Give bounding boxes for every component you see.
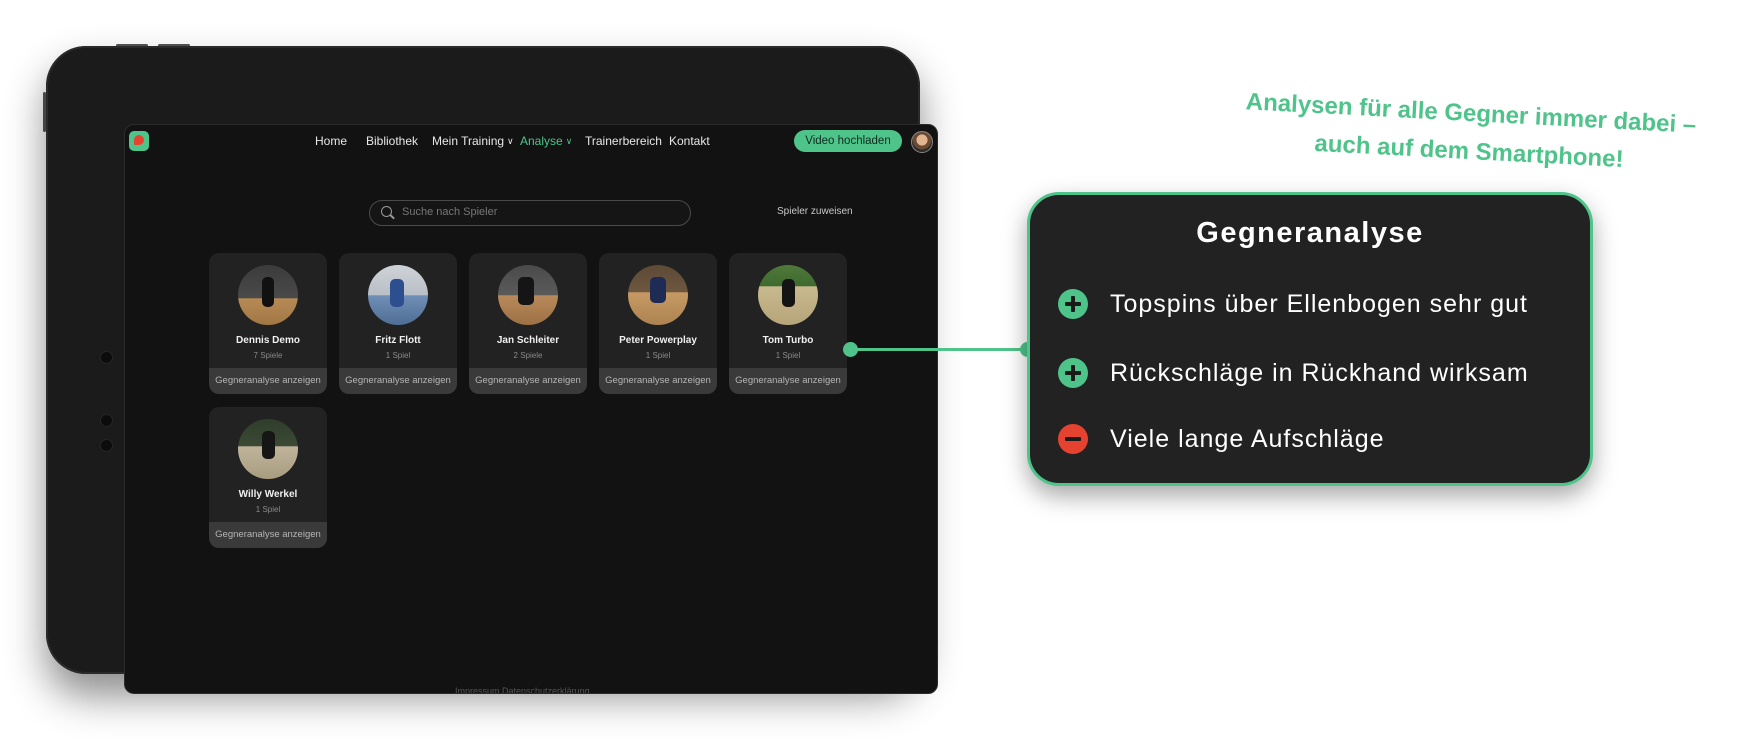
show-analysis-button[interactable]: Gegneranalyse anzeigen: [729, 368, 847, 394]
analysis-callout: Gegneranalyse Topspins über Ellenbogen s…: [1027, 192, 1593, 486]
player-games: 7 Spiele: [253, 351, 283, 360]
show-analysis-button[interactable]: Gegneranalyse anzeigen: [209, 368, 327, 394]
app-logo[interactable]: [129, 131, 149, 151]
tablet-sensors: [100, 351, 113, 461]
player-card[interactable]: Tom Turbo 1 Spiel Gegneranalyse anzeigen: [729, 253, 847, 394]
player-name: Willy Werkel: [238, 489, 298, 500]
player-photo: [628, 265, 688, 325]
nav-training[interactable]: Mein Training ∨: [432, 134, 514, 148]
connector-line: [850, 348, 1026, 351]
show-analysis-button[interactable]: Gegneranalyse anzeigen: [599, 368, 717, 394]
minus-icon: [1058, 424, 1088, 454]
plus-icon: [1058, 358, 1088, 388]
player-name: Fritz Flott: [375, 335, 421, 346]
player-card[interactable]: Willy Werkel 1 Spiel Gegneranalyse anzei…: [209, 407, 327, 548]
chevron-down-icon: ∨: [507, 136, 514, 146]
player-name: Dennis Demo: [236, 335, 300, 346]
player-card[interactable]: Jan Schleiter 2 Spiele Gegneranalyse anz…: [469, 253, 587, 394]
player-photo: [758, 265, 818, 325]
player-name: Peter Powerplay: [619, 335, 697, 346]
plus-icon: [1058, 289, 1088, 319]
nav-library[interactable]: Bibliothek: [366, 134, 418, 148]
nav-analysis[interactable]: Analyse ∨: [520, 134, 572, 148]
player-games: 1 Spiel: [255, 505, 281, 514]
connector-dot-left: [843, 342, 858, 357]
player-name: Jan Schleiter: [496, 335, 560, 346]
player-card[interactable]: Peter Powerplay 1 Spiel Gegneranalyse an…: [599, 253, 717, 394]
chevron-down-icon: ∨: [565, 136, 573, 146]
assign-player-link[interactable]: Spieler zuweisen: [777, 206, 853, 217]
player-photo: [238, 419, 298, 479]
nav-analysis-label: Analyse: [520, 134, 563, 148]
player-games: 1 Spiel: [385, 351, 411, 360]
player-card[interactable]: Dennis Demo 7 Spiele Gegneranalyse anzei…: [209, 253, 327, 394]
player-photo: [238, 265, 298, 325]
nav-home[interactable]: Home: [315, 134, 347, 148]
player-name: Tom Turbo: [762, 335, 814, 346]
search-input[interactable]: Suche nach Spieler: [402, 206, 497, 218]
tagline: Analysen für alle Gegner immer dabei – a…: [1198, 81, 1737, 185]
player-games: 2 Spiele: [513, 351, 543, 360]
show-analysis-button[interactable]: Gegneranalyse anzeigen: [209, 522, 327, 548]
footer-links[interactable]: Impressum Datenschutzerklärung: [455, 686, 590, 693]
callout-title: Gegneranalyse: [1196, 217, 1424, 249]
tablet-frame: Home Bibliothek Mein Training ∨ Analyse ∨ …: [46, 46, 938, 694]
player-card[interactable]: Fritz Flott 1 Spiel Gegneranalyse anzeig…: [339, 253, 457, 394]
item-text: Topspins über Ellenbogen sehr gut: [1110, 290, 1528, 318]
player-games: 1 Spiel: [775, 351, 801, 360]
item-text: Viele lange Aufschläge: [1110, 425, 1385, 453]
show-analysis-button[interactable]: Gegneranalyse anzeigen: [469, 368, 587, 394]
player-search[interactable]: Suche nach Spieler: [369, 200, 691, 226]
search-icon: [381, 206, 392, 217]
user-avatar[interactable]: [911, 131, 933, 153]
upload-video-button[interactable]: Video hochladen: [794, 130, 902, 152]
player-photo: [368, 265, 428, 325]
player-games: 1 Spiel: [645, 351, 671, 360]
nav-training-label: Mein Training: [432, 134, 505, 148]
show-analysis-button[interactable]: Gegneranalyse anzeigen: [339, 368, 457, 394]
app-screen: Home Bibliothek Mein Training ∨ Analyse ∨ …: [124, 124, 938, 694]
nav-coach[interactable]: Trainerbereich: [585, 134, 662, 148]
item-text: Rückschläge in Rückhand wirksam: [1110, 359, 1529, 387]
nav-contact[interactable]: Kontakt: [669, 134, 710, 148]
player-photo: [498, 265, 558, 325]
